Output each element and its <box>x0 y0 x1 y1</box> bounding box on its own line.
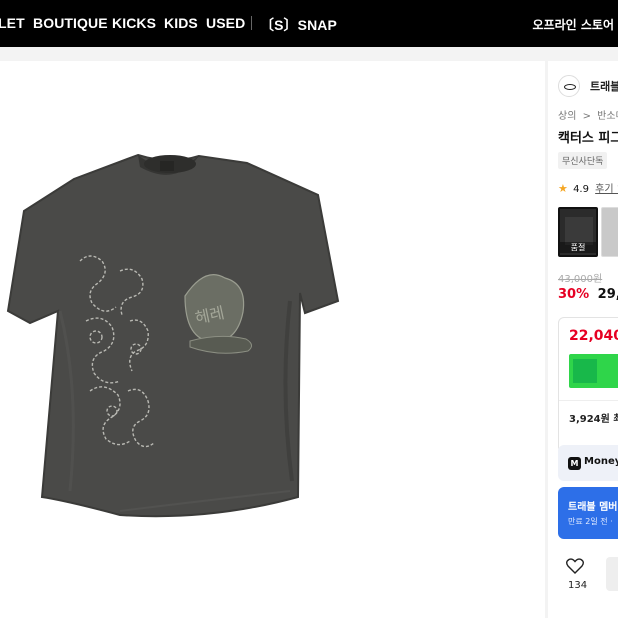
brand-name[interactable]: 트래블 <box>590 78 618 94</box>
top-navigation: LET BOUTIQUE KICKS KIDS USED 〔S〕SNAP 오프라… <box>0 0 618 47</box>
breadcrumb: 상의 > 반소매 <box>558 107 618 122</box>
divider <box>559 400 618 401</box>
nav-kicks[interactable]: KICKS <box>112 15 156 31</box>
promo-banner[interactable] <box>569 354 618 388</box>
point-text: 3,924원 최 <box>569 414 618 425</box>
star-icon: ★ <box>558 182 568 195</box>
member-subtitle: 만료 2일 전 · <box>568 517 613 526</box>
member-coupon-banner[interactable]: 트래블 멤버 만료 2일 전 · <box>558 487 618 539</box>
sale-price: 29, <box>597 287 618 302</box>
like-count: 134 <box>568 580 588 591</box>
heart-icon <box>566 558 584 574</box>
thumbnail-shirt <box>565 217 593 245</box>
nav-divider <box>251 16 252 30</box>
exclusive-badge: 무신사단독 <box>558 152 608 169</box>
brand-row[interactable]: 트래블 <box>558 75 618 97</box>
product-info-panel: 트래블 상의 > 반소매 캑터스 피그 무신사단독 ★ 4.9 후기 1 품절 … <box>548 61 618 618</box>
money-label: Money <box>584 456 618 467</box>
price-row: 30% 29, <box>558 287 618 302</box>
product-image[interactable]: 헤레 <box>0 61 545 618</box>
product-image-panel: 헤레 <box>0 61 545 618</box>
buy-button[interactable] <box>606 557 618 591</box>
rating: ★ 4.9 후기 1 <box>558 180 618 195</box>
like-button[interactable]: 134 <box>562 556 592 596</box>
brand-logo <box>558 75 580 97</box>
breadcrumb-item[interactable]: 반소매 <box>597 111 618 122</box>
chevron-right-icon: > <box>582 111 591 122</box>
product-title: 캑터스 피그 <box>558 131 618 146</box>
nav-outlet[interactable]: LET <box>0 15 25 31</box>
nav-used[interactable]: USED <box>206 15 245 31</box>
offline-store-link[interactable]: 오프라인 스토어 <box>533 16 614 33</box>
color-option-grey[interactable] <box>601 207 618 257</box>
money-icon: M <box>568 457 581 470</box>
breadcrumb-item[interactable]: 상의 <box>558 111 576 122</box>
money-box[interactable]: M Money <box>558 445 618 481</box>
rating-value: 4.9 <box>573 184 589 195</box>
member-title: 트래블 멤버 <box>568 502 618 513</box>
original-price: 43,000원 <box>558 274 603 285</box>
soldout-label: 품절 <box>560 242 596 253</box>
coupon-price-box[interactable]: 22,040 3,924원 최 <box>558 317 618 453</box>
nav-snap[interactable]: 〔S〕SNAP <box>260 15 337 35</box>
nav-boutique[interactable]: BOUTIQUE <box>33 15 108 31</box>
review-link[interactable]: 후기 1 <box>595 184 618 195</box>
coupon-price: 22,040 <box>569 328 618 344</box>
color-option-black[interactable]: 품절 <box>558 207 598 257</box>
discount-rate: 30% <box>558 287 590 302</box>
nav-kids[interactable]: KIDS <box>164 15 198 31</box>
